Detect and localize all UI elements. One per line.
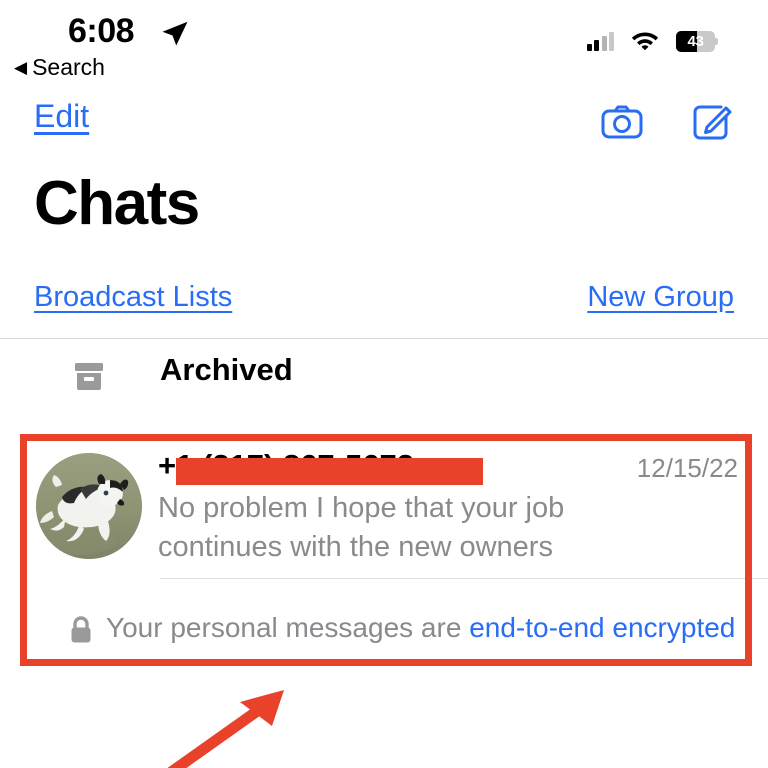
- compose-icon[interactable]: [690, 100, 734, 144]
- new-group-link[interactable]: New Group: [587, 281, 734, 314]
- back-to-search-link[interactable]: ◀ Search: [14, 54, 105, 81]
- archived-row[interactable]: Archived: [0, 352, 768, 412]
- broadcast-lists-link[interactable]: Broadcast Lists: [34, 281, 232, 314]
- highlight-box-annotation: [20, 434, 752, 666]
- navigation-bar: Edit: [0, 98, 768, 150]
- battery-tip: [715, 38, 718, 45]
- location-arrow-icon: [160, 18, 190, 53]
- battery-percent-label: 43: [687, 33, 704, 50]
- camera-icon[interactable]: [600, 100, 644, 144]
- wifi-icon: [630, 28, 660, 55]
- status-bar-indicators: 43: [586, 28, 718, 55]
- whatsapp-chats-screen: 6:08 43 ◀ Search Edit Chats Broadcast Li…: [0, 0, 768, 768]
- back-caret-icon: ◀: [14, 58, 28, 77]
- edit-button[interactable]: Edit: [34, 98, 89, 135]
- pointer-arrow-icon: [120, 672, 360, 768]
- header-divider: [0, 338, 768, 339]
- secondary-links-row: Broadcast Lists New Group: [0, 281, 768, 321]
- navbar-actions: [600, 100, 734, 144]
- cellular-signal-icon: [586, 32, 614, 51]
- archive-box-icon: [69, 358, 109, 398]
- status-bar: 6:08 43: [0, 0, 768, 60]
- battery-icon: 43: [676, 31, 718, 52]
- page-title: Chats: [34, 169, 200, 238]
- back-link-label: Search: [32, 54, 105, 80]
- archived-label: Archived: [160, 352, 293, 387]
- status-bar-time: 6:08: [68, 12, 135, 50]
